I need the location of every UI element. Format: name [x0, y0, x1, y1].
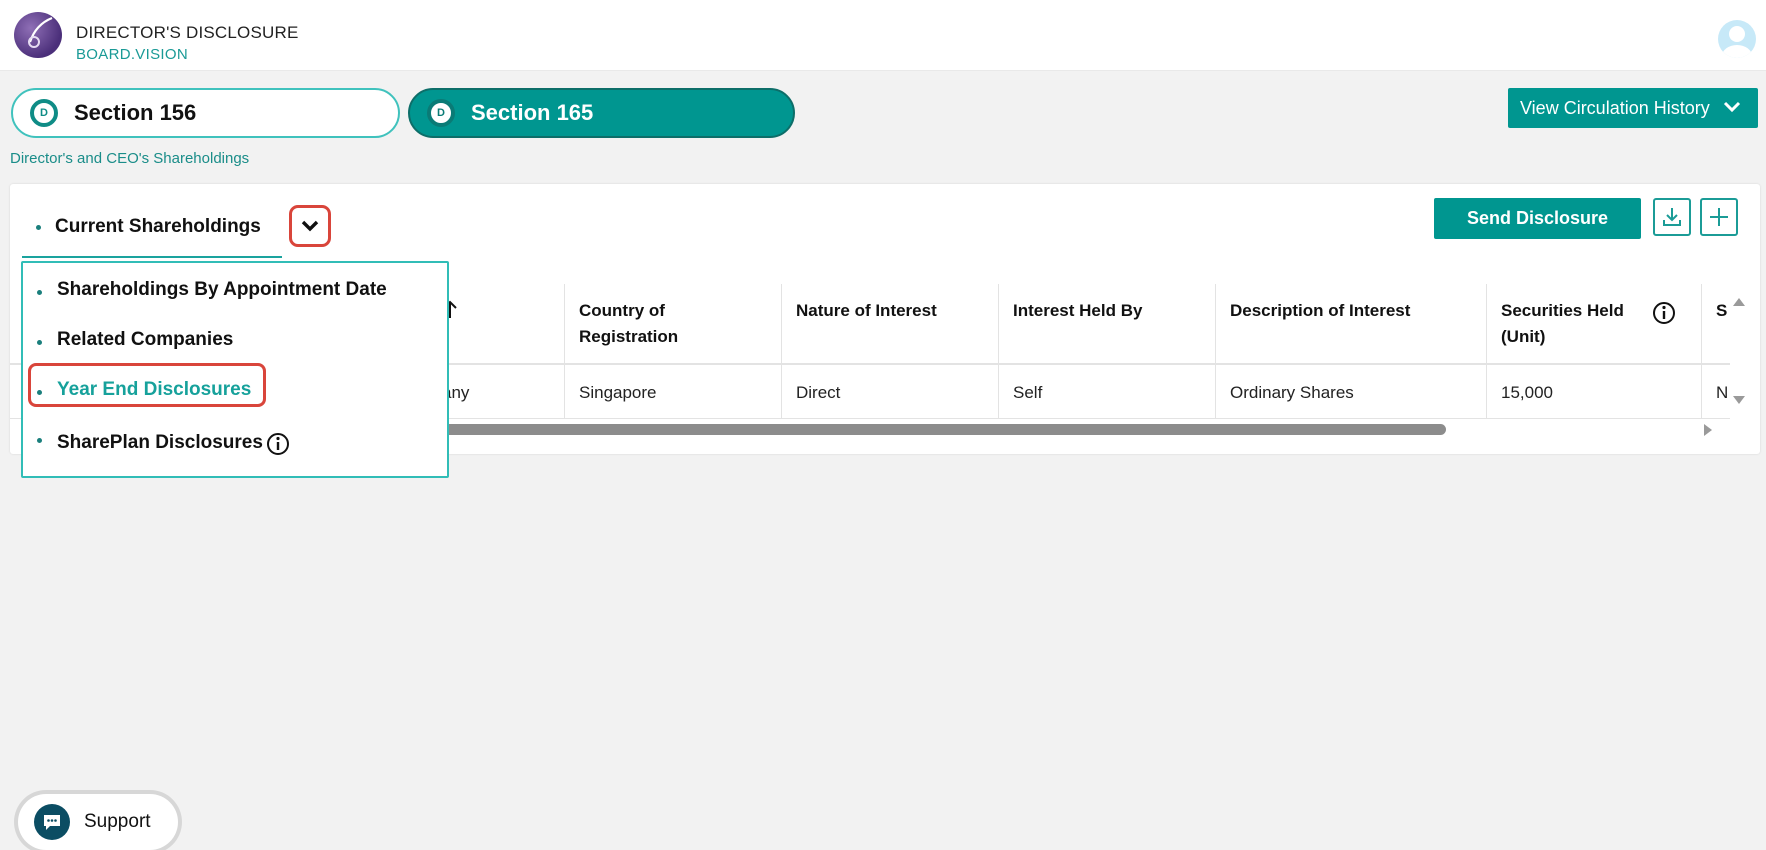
info-icon[interactable] — [266, 432, 290, 456]
menu-item-appointment-date[interactable]: Shareholdings By Appointment Date — [23, 271, 443, 311]
menu-item-shareplan-disclosures[interactable]: SharePlan Disclosures — [23, 424, 443, 464]
feather-logo-icon — [14, 12, 62, 58]
table-cell: Self — [999, 364, 1216, 419]
button-label: View Circulation History — [1520, 97, 1710, 118]
table-cell: N — [1702, 364, 1730, 419]
brand-name: BOARD.VISION — [76, 46, 188, 63]
tab-section-156[interactable]: D Section 156 — [11, 88, 400, 138]
support-button[interactable]: Support — [18, 794, 178, 850]
scroll-down-icon[interactable] — [1732, 394, 1746, 406]
column-header[interactable]: Description of Interest — [1216, 284, 1487, 364]
chevron-down-icon — [1722, 97, 1742, 122]
menu-item-label: Year End Disclosures — [57, 379, 252, 400]
vertical-scrollbar[interactable] — [1732, 296, 1746, 408]
view-dropdown-menu: Shareholdings By Appointment Date Relate… — [21, 261, 449, 478]
bullet-dot — [37, 438, 42, 443]
send-disclosure-button[interactable]: Send Disclosure — [1434, 198, 1641, 239]
plus-icon — [1710, 208, 1728, 226]
view-dropdown-toggle[interactable] — [289, 205, 331, 247]
menu-item-label: SharePlan Disclosures — [57, 432, 263, 453]
tab-label: Section 156 — [74, 100, 197, 125]
section-badge: D — [427, 99, 455, 127]
table-cell: Ordinary Shares — [1216, 364, 1487, 419]
header-label: Securities Held (Unit) — [1501, 301, 1624, 346]
column-header[interactable]: Country of Registration — [565, 284, 782, 364]
download-button[interactable] — [1653, 198, 1691, 236]
tab-label: Section 165 — [471, 100, 594, 125]
view-circulation-history-button[interactable]: View Circulation History — [1508, 88, 1758, 128]
column-header[interactable]: Securities Held (Unit) — [1487, 284, 1702, 364]
column-header[interactable]: Nature of Interest — [782, 284, 999, 364]
page-subtitle: Director's and CEO's Shareholdings — [10, 150, 250, 167]
support-label: Support — [84, 811, 151, 832]
table-cell: 15,000 — [1487, 364, 1702, 419]
bullet-dot — [37, 340, 42, 345]
table-cell: Direct — [782, 364, 999, 419]
menu-item-year-end-disclosures[interactable]: Year End Disclosures — [23, 371, 443, 411]
add-button[interactable] — [1700, 198, 1738, 236]
app-title: DIRECTOR'S DISCLOSURE — [76, 23, 299, 42]
current-view-label: Current Shareholdings — [55, 216, 261, 237]
bullet-dot — [37, 390, 42, 395]
current-view-selector[interactable]: Current Shareholdings — [22, 198, 282, 258]
tab-section-165[interactable]: D Section 165 — [408, 88, 795, 138]
scroll-up-icon[interactable] — [1732, 296, 1746, 308]
chevron-down-icon — [301, 220, 319, 232]
section-badge: D — [30, 99, 58, 127]
top-bar: DIRECTOR'S DISCLOSURE BOARD.VISION — [0, 0, 1766, 71]
menu-item-label: Shareholdings By Appointment Date — [57, 279, 387, 300]
user-avatar-icon[interactable] — [1718, 20, 1756, 58]
chat-bubble-icon — [34, 804, 70, 840]
table-cell: Singapore — [565, 364, 782, 419]
menu-item-label: Related Companies — [57, 329, 234, 350]
bullet-dot — [36, 225, 41, 230]
menu-item-related-companies[interactable]: Related Companies — [23, 321, 443, 361]
column-header[interactable]: Interest Held By — [999, 284, 1216, 364]
scroll-right-icon[interactable] — [1702, 423, 1714, 437]
info-icon[interactable] — [1652, 301, 1676, 325]
bullet-dot — [37, 290, 42, 295]
download-icon — [1663, 208, 1681, 226]
column-header[interactable]: S — [1702, 284, 1730, 364]
